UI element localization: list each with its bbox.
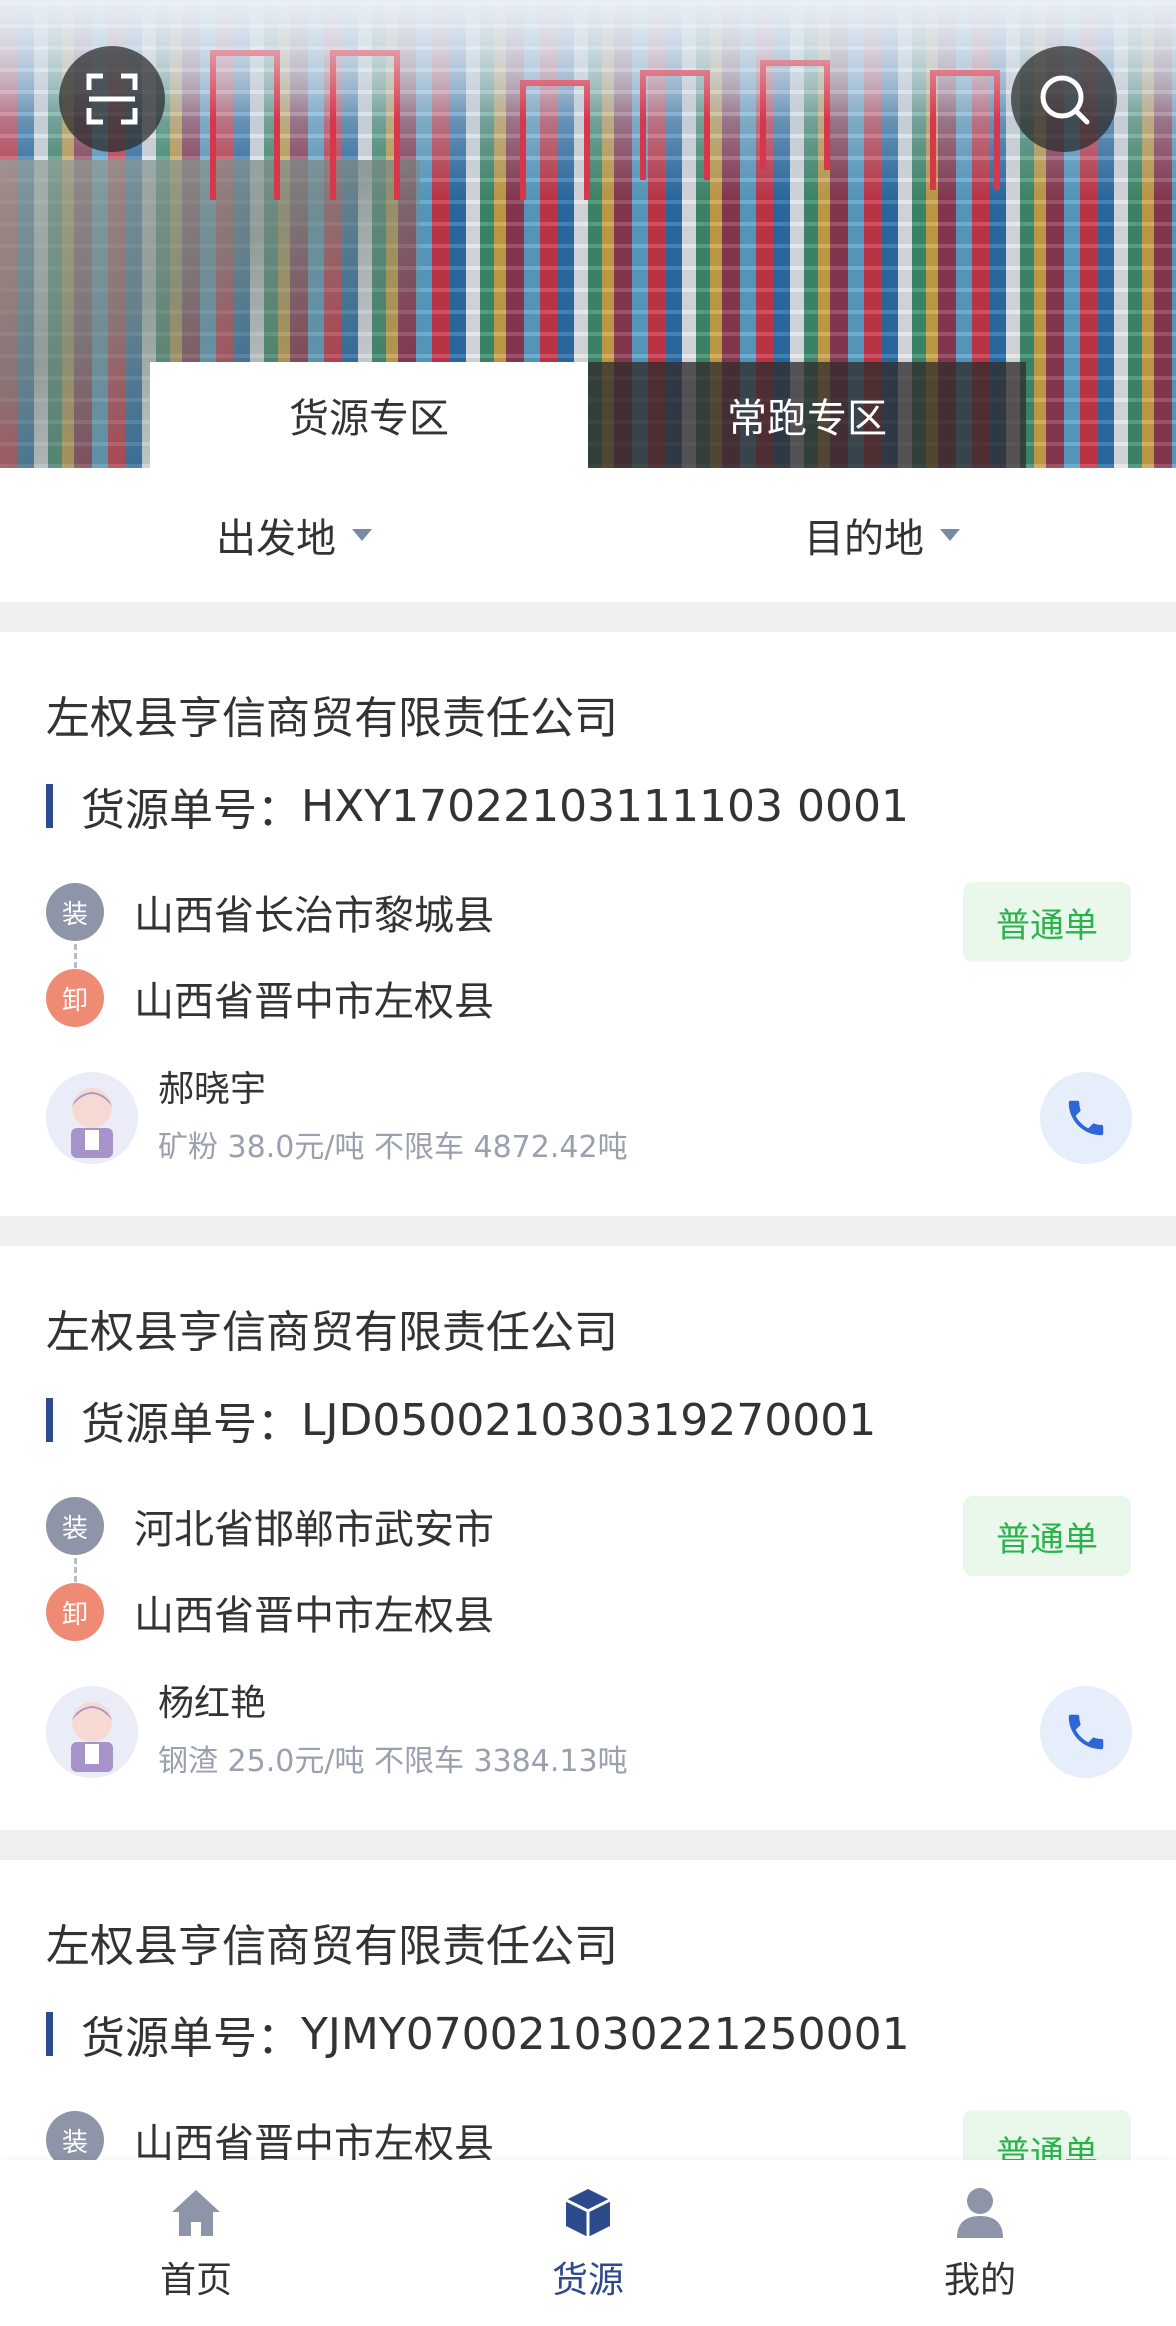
order-number-prefix: 货源单号： [81, 1399, 301, 1450]
destination-filter-label: 目的地 [804, 516, 924, 562]
zone-tabs: 货源专区 常跑专区 [150, 362, 1026, 468]
route: 装 河北省邯郸市武安市 卸 山西省晋中市左权县 [46, 1496, 494, 1668]
nav-home[interactable]: 首页 [0, 2160, 392, 2326]
order-type-tag: 普通单 [963, 882, 1131, 962]
origin-filter-label: 出发地 [216, 516, 336, 562]
scan-icon [86, 73, 138, 125]
route: 装 山西省长治市黎城县 卸 山西省晋中市左权县 [46, 882, 494, 1054]
call-button[interactable] [1040, 1686, 1132, 1778]
order-number-value: YJMY070021030221250001 [301, 2008, 910, 2060]
unload-place: 山西省晋中市左权县 [134, 1593, 494, 1639]
origin-filter[interactable]: 出发地 [0, 468, 588, 602]
cargo-card[interactable]: 左权县亨信商贸有限责任公司 货源单号： HXY17022103111103 00… [0, 632, 1176, 1216]
search-button[interactable] [1011, 46, 1117, 152]
order-number: 货源单号： YJMY070021030221250001 [46, 2002, 910, 2066]
unload-place: 山西省晋中市左权县 [134, 979, 494, 1025]
destination-filter[interactable]: 目的地 [588, 468, 1176, 602]
bottom-nav: 首页 货源 我的 [0, 2160, 1176, 2326]
company-name: 左权县亨信商贸有限责任公司 [46, 693, 618, 744]
avatar [46, 1686, 138, 1778]
caret-down-icon [352, 529, 372, 541]
avatar-icon [71, 1702, 113, 1772]
nav-mine[interactable]: 我的 [784, 2160, 1176, 2326]
cargo-info: 钢渣 25.0元/吨 不限车 3384.13吨 [158, 1744, 628, 1779]
phone-icon [1068, 1714, 1104, 1750]
cargo-card[interactable]: 左权县亨信商贸有限责任公司 货源单号： LJD05002103031927000… [0, 1246, 1176, 1830]
order-number-prefix: 货源单号： [81, 785, 301, 836]
contact-name: 杨红艳 [158, 1683, 267, 1724]
order-number: 货源单号： HXY17022103111103 0001 [46, 774, 909, 838]
user-icon [957, 2188, 1003, 2238]
nav-home-label: 首页 [159, 2260, 232, 2301]
order-number-value: LJD050021030319270001 [301, 1394, 877, 1446]
contact-name: 郝晓宇 [158, 1069, 267, 1110]
load-place: 河北省邯郸市武安市 [134, 1507, 494, 1553]
header-banner: 货源专区 常跑专区 [0, 0, 1176, 468]
avatar-icon [71, 1088, 113, 1158]
tab-frequent-zone[interactable]: 常跑专区 [588, 362, 1026, 468]
load-badge: 装 [46, 883, 104, 941]
company-name: 左权县亨信商贸有限责任公司 [46, 1921, 618, 1972]
unload-badge: 卸 [46, 1583, 104, 1641]
load-badge: 装 [46, 1497, 104, 1555]
call-button[interactable] [1040, 1072, 1132, 1164]
company-name: 左权县亨信商贸有限责任公司 [46, 1307, 618, 1358]
cube-icon [565, 2189, 611, 2237]
nav-mine-label: 我的 [943, 2260, 1016, 2301]
unload-badge: 卸 [46, 969, 104, 1027]
order-number-value: HXY17022103111103 0001 [301, 780, 909, 832]
scan-button[interactable] [59, 46, 165, 152]
tab-cargo-zone[interactable]: 货源专区 [150, 362, 588, 468]
order-type-tag: 普通单 [963, 1496, 1131, 1576]
avatar [46, 1072, 138, 1164]
phone-icon [1068, 1100, 1104, 1136]
order-number: 货源单号： LJD050021030319270001 [46, 1388, 876, 1452]
nav-cargo[interactable]: 货源 [392, 2160, 784, 2326]
cargo-card[interactable]: 左权县亨信商贸有限责任公司 货源单号： YJMY0700210302212500… [0, 1860, 1176, 2190]
caret-down-icon [940, 529, 960, 541]
filter-bar: 出发地 目的地 [0, 468, 1176, 602]
load-place: 山西省长治市黎城县 [134, 893, 494, 939]
nav-cargo-label: 货源 [551, 2260, 624, 2301]
order-number-prefix: 货源单号： [81, 2013, 301, 2064]
home-icon [172, 2190, 220, 2236]
search-icon [1040, 75, 1090, 125]
cargo-info: 矿粉 38.0元/吨 不限车 4872.42吨 [158, 1130, 628, 1165]
